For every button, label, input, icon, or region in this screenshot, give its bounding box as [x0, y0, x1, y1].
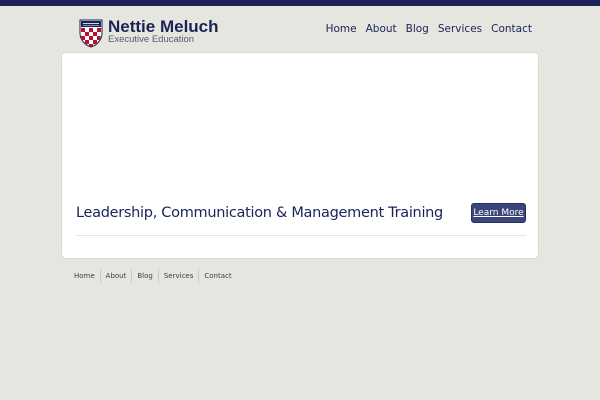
nav-item-services[interactable]: Services: [438, 22, 482, 36]
footer-nav-item-home[interactable]: Home: [69, 269, 100, 283]
footer-nav-item-about[interactable]: About: [99, 269, 132, 283]
main-nav: Home About Blog Services Contact: [326, 22, 532, 36]
footer-nav: Home About Blog Services Contact: [69, 269, 237, 283]
hero-card: Leadership, Communication & Management T…: [61, 52, 539, 259]
university-shield-icon[interactable]: [79, 18, 103, 48]
site-header: Nettie Meluch Executive Education Home A…: [0, 6, 600, 52]
footer-nav-item-services[interactable]: Services: [157, 269, 199, 283]
card-divider: [76, 235, 526, 236]
nav-item-home[interactable]: Home: [326, 22, 357, 36]
site-tagline: Executive Education: [108, 34, 195, 45]
nav-item-about[interactable]: About: [366, 22, 397, 36]
learn-more-button[interactable]: Learn More: [471, 203, 526, 223]
nav-item-blog[interactable]: Blog: [406, 22, 429, 36]
footer-nav-item-contact[interactable]: Contact: [198, 269, 236, 283]
footer-nav-item-blog[interactable]: Blog: [131, 269, 157, 283]
hero-headline: Leadership, Communication & Management T…: [76, 205, 443, 221]
nav-item-contact[interactable]: Contact: [491, 22, 532, 36]
